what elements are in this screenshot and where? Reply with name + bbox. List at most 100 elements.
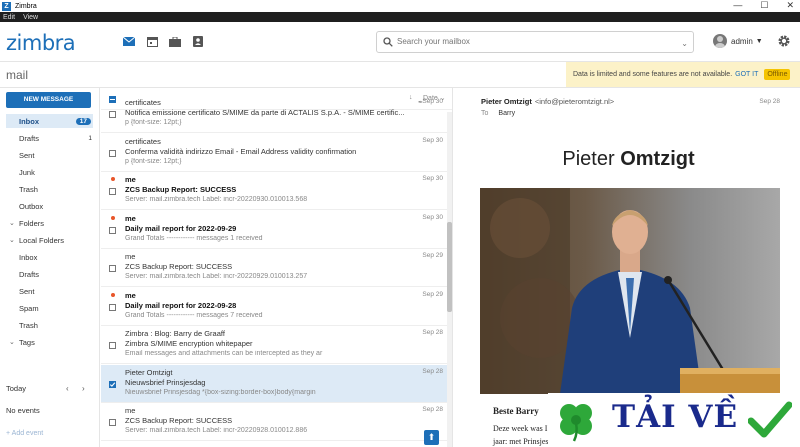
sidebar-item-sent[interactable]: Sent xyxy=(0,148,98,162)
message-checkbox[interactable] xyxy=(109,419,116,426)
sidebar: NEW MESSAGE Inbox 17 Drafts 1 Sent Junk Trash O… xyxy=(0,88,100,447)
breadcrumb: mail xyxy=(6,68,29,82)
sidebar-item-sent[interactable]: Sent xyxy=(0,284,98,298)
message-checkbox[interactable] xyxy=(109,380,116,388)
message-row[interactable]: me Daily mail report for 2022-09-28 Grand … xyxy=(101,288,447,326)
menu-edit[interactable]: Edit xyxy=(3,14,15,21)
body-line-1: Deze week was I xyxy=(493,424,548,433)
maximize-button[interactable]: ☐ xyxy=(760,0,768,11)
message-subject: Zimbra S/MIME encryption whitepaper xyxy=(125,339,253,348)
calendar-icon[interactable] xyxy=(145,35,159,48)
message-checkbox[interactable] xyxy=(109,342,116,349)
sidebar-item-drafts[interactable]: Drafts 1 xyxy=(0,131,98,145)
new-message-button[interactable]: NEW MESSAGE xyxy=(6,92,91,108)
message-date: Sep 30 xyxy=(422,98,443,105)
message-date: Sep 30 xyxy=(422,213,443,221)
message-sender: me xyxy=(125,252,136,261)
sidebar-item-label: Spam xyxy=(19,303,39,313)
sidebar-item-local-folders[interactable]: ⌄ Local Folders xyxy=(0,233,98,247)
sidebar-item-junk[interactable]: Junk xyxy=(0,165,98,179)
mail-icon[interactable] xyxy=(122,35,136,48)
zimbra-logo[interactable]: zimbra xyxy=(6,31,76,55)
sub-header: mail Data is limited and some features a… xyxy=(0,62,800,88)
checkmark-icon xyxy=(748,401,792,438)
close-button[interactable]: ✕ xyxy=(786,0,794,11)
search-input[interactable] xyxy=(397,37,667,46)
sidebar-item-inbox[interactable]: Inbox xyxy=(0,250,98,264)
today-label: Today xyxy=(6,384,27,393)
list-scroll-thumb[interactable] xyxy=(447,222,452,312)
message-checkbox[interactable] xyxy=(109,188,116,195)
unread-dot-icon xyxy=(111,177,115,181)
sidebar-item-label: Sent xyxy=(19,286,35,296)
sidebar-item-folders[interactable]: ⌄ Folders xyxy=(0,216,98,230)
to-recipient[interactable]: Barry xyxy=(498,110,515,117)
message-checkbox[interactable] xyxy=(109,303,116,311)
chevron-down-icon[interactable]: ⌄ xyxy=(681,39,688,48)
chevron-down-icon[interactable]: ⌄ xyxy=(9,236,15,244)
message-row[interactable]: me ZCS Backup Report: SUCCESS Server: mail… xyxy=(101,249,447,287)
watermark: TẢI VỀ xyxy=(548,393,800,447)
gear-icon[interactable] xyxy=(777,34,791,50)
message-preview: p {font-size: 12pt;} xyxy=(125,157,182,165)
menu-view[interactable]: View xyxy=(23,14,38,21)
briefcase-icon[interactable] xyxy=(168,35,182,48)
message-preview: Nieuwsbrief Prinsjesdag *{box-sizing:bor… xyxy=(125,388,316,396)
newsletter-title: Pieter Omtzigt xyxy=(457,148,800,171)
chevron-down-icon[interactable]: ⌄ xyxy=(9,219,15,227)
watermark-text: TẢI VỀ xyxy=(612,399,739,435)
message-sender: me xyxy=(125,175,136,184)
from-email: <info@pieteromtzigt.nl> xyxy=(534,97,615,106)
sidebar-item-label: Folders xyxy=(19,218,45,228)
folder-count-badge: 17 xyxy=(75,117,91,125)
message-checkbox[interactable] xyxy=(109,111,116,118)
message-checkbox[interactable] xyxy=(109,265,116,272)
contacts-icon[interactable] xyxy=(191,35,205,48)
message-row[interactable]: me ZCS Backup Report: SUCCESS Server: mail… xyxy=(101,172,447,210)
sidebar-item-trash[interactable]: Trash xyxy=(0,182,98,196)
message-date: Sep 29 xyxy=(422,252,443,259)
message-subject: ZCS Backup Report: SUCCESS xyxy=(125,262,233,271)
clover-icon xyxy=(560,404,592,442)
sidebar-item-drafts[interactable]: Drafts xyxy=(0,267,98,281)
search-box[interactable]: ⌄ xyxy=(376,31,694,53)
message-subject: Daily mail report for 2022-09-28 xyxy=(125,300,237,310)
sidebar-item-outbox[interactable]: Outbox xyxy=(0,199,98,213)
from-name[interactable]: Pieter Omtzigt xyxy=(481,97,532,106)
folder-count-badge: 1 xyxy=(88,134,92,142)
sidebar-item-trash[interactable]: Trash xyxy=(0,318,98,332)
title-first: Pieter xyxy=(562,148,615,170)
message-date: Sep 28 xyxy=(759,98,780,105)
window-titlebar: Z Zimbra — ☐ ✕ xyxy=(0,0,800,12)
message-row[interactable]: certificates Notifica emissione certifica… xyxy=(101,95,447,133)
sidebar-item-tags[interactable]: ⌄ Tags xyxy=(0,335,98,349)
message-subject: Daily mail report for 2022-09-29 xyxy=(125,223,237,233)
unread-dot-icon xyxy=(111,292,115,297)
chevron-right-icon[interactable]: › xyxy=(82,384,85,393)
sidebar-item-label: Inbox xyxy=(19,252,38,262)
message-list: ↓ Date ⌄ certificates Notifica emissione … xyxy=(101,88,453,447)
message-row[interactable]: me Daily mail report for 2022-09-29 Grand … xyxy=(101,211,447,249)
minimize-button[interactable]: — xyxy=(733,0,742,11)
scroll-to-top-button[interactable]: ⬆ xyxy=(424,430,439,445)
to-label: To xyxy=(481,110,489,117)
add-event-button[interactable]: + Add event xyxy=(6,430,43,437)
message-subject: ZCS Backup Report: SUCCESS xyxy=(125,185,237,194)
offline-notice: Data is limited and some features are no… xyxy=(566,62,800,87)
message-row[interactable]: Pieter Omtzigt Nieuwsbrief Prinsjesdag Nie… xyxy=(101,364,447,403)
chevron-down-icon[interactable]: ⌄ xyxy=(9,338,15,346)
sidebar-item-inbox[interactable]: Inbox 17 xyxy=(6,114,93,128)
message-date: Sep 28 xyxy=(422,406,443,413)
user-menu[interactable]: admin ▼ xyxy=(713,34,763,48)
message-row[interactable]: certificates Conferma validità indirizzo … xyxy=(101,134,447,172)
message-checkbox[interactable] xyxy=(109,149,116,157)
chevron-left-icon[interactable]: ‹ xyxy=(66,384,69,393)
message-checkbox[interactable] xyxy=(109,226,116,234)
sidebar-item-label: Outbox xyxy=(19,201,44,211)
message-row[interactable]: Zimbra : Blog: Barry de Graaff Zimbra S/M… xyxy=(101,326,447,364)
sidebar-item-spam[interactable]: Spam xyxy=(0,301,98,315)
search-icon xyxy=(383,37,393,47)
message-row[interactable]: me ZCS Backup Report: SUCCESS Server: mail… xyxy=(101,403,447,441)
got-it-link[interactable]: GOT IT xyxy=(735,71,758,78)
message-subject: Notifica emissione certificato S/MIME da… xyxy=(125,108,405,117)
